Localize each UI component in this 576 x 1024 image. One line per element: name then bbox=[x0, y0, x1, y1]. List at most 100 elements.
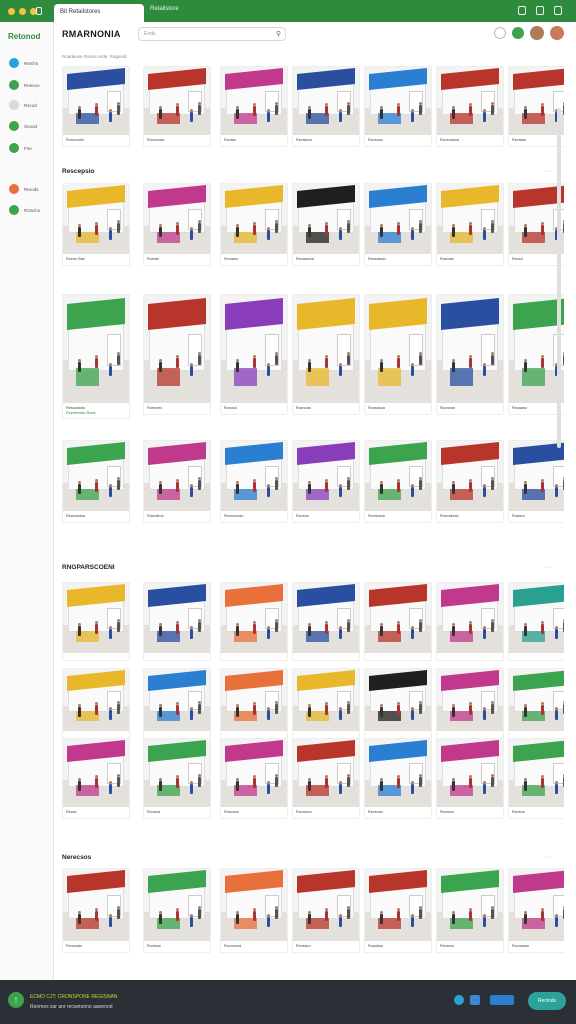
store-card[interactable]: Rocnasbe bbox=[508, 868, 564, 953]
sidebar-item-0[interactable]: Retcho bbox=[9, 58, 38, 68]
store-card[interactable]: Roctan bbox=[220, 66, 288, 147]
search-icon[interactable]: ⚲ bbox=[276, 30, 281, 38]
avatar-secondary[interactable] bbox=[550, 26, 564, 40]
store-card[interactable]: Rcmeosio bbox=[364, 440, 432, 523]
store-card[interactable]: Rcesdasin bbox=[364, 183, 432, 266]
store-card[interactable] bbox=[62, 582, 130, 661]
store-card[interactable]: Roctnse bbox=[143, 868, 211, 953]
store-card[interactable]: Rocnose bbox=[436, 294, 504, 415]
store-card[interactable]: Rocsodone bbox=[436, 66, 504, 147]
sidebar-item-5[interactable]: Rerods bbox=[9, 184, 39, 194]
sidebar-item-3[interactable]: Snood bbox=[9, 121, 37, 131]
more-options-icon[interactable]: ··· bbox=[545, 168, 552, 175]
store-card[interactable]: Rscedodsa bbox=[62, 440, 130, 523]
store-card[interactable] bbox=[143, 582, 211, 661]
store-card[interactable]: Ronscodio bbox=[62, 66, 130, 147]
store-card[interactable]: Rnsceon bbox=[220, 738, 288, 819]
store-card[interactable]: Rescadudo Roedrecsto Rone bbox=[62, 294, 130, 419]
search-input[interactable]: Ends ⚲ bbox=[138, 27, 286, 41]
store-card[interactable]: Rectaas bbox=[508, 66, 564, 147]
store-card[interactable]: Roeon Ban bbox=[62, 183, 130, 266]
store-card[interactable]: Rocsdoca bbox=[364, 294, 432, 415]
sidebar-item-1[interactable]: Reesoo bbox=[9, 80, 40, 90]
store-card[interactable] bbox=[220, 582, 288, 661]
store-card[interactable]: Rorcsio bbox=[220, 294, 288, 415]
store-card[interactable]: Rorectes bbox=[143, 294, 211, 415]
store-card[interactable] bbox=[436, 668, 504, 739]
chat-icon[interactable] bbox=[470, 995, 480, 1005]
store-card[interactable]: Recaaso bbox=[508, 294, 564, 415]
shopper-figure bbox=[190, 629, 194, 640]
store-card[interactable]: Rocuonad bbox=[143, 66, 211, 147]
minimize-window-icon[interactable] bbox=[19, 7, 26, 15]
store-card[interactable]: Rocnseud bbox=[220, 868, 288, 953]
store-card[interactable]: Rcsnoas bbox=[292, 294, 360, 415]
store-card[interactable] bbox=[292, 668, 360, 739]
shopper-figure bbox=[396, 106, 400, 117]
browser-tab-secondary[interactable]: Retailstore bbox=[150, 6, 179, 12]
more-options-icon[interactable]: ··· bbox=[545, 854, 552, 861]
store-card[interactable]: Rocnesrc bbox=[292, 738, 360, 819]
store-card[interactable]: Rocsous bbox=[364, 66, 432, 147]
sidebar-item-6[interactable]: Rctschs bbox=[9, 205, 40, 215]
sidebar-item-2[interactable]: Rscod bbox=[9, 100, 37, 110]
app-badge-icon[interactable] bbox=[490, 995, 514, 1005]
shopper-figure bbox=[468, 778, 472, 789]
store-card[interactable]: Rcnssco bbox=[292, 868, 360, 953]
store-card[interactable]: Reonceudo bbox=[220, 440, 288, 523]
scrollbar[interactable] bbox=[557, 108, 561, 448]
store-card-subcaption bbox=[437, 262, 503, 265]
store-card[interactable]: Rectasno bbox=[292, 66, 360, 147]
tab-secondary-title: Retailstore bbox=[150, 6, 179, 12]
footer-action-button[interactable]: Recinds bbox=[528, 992, 566, 1010]
store-card[interactable]: Rscas bbox=[62, 738, 130, 819]
shopper-figure bbox=[94, 778, 98, 789]
app-logo[interactable]: Retonod bbox=[8, 32, 40, 41]
store-card[interactable]: Rcsaeo bbox=[508, 440, 564, 523]
store-card[interactable]: Recstno bbox=[436, 868, 504, 953]
lock-icon-right[interactable] bbox=[536, 6, 544, 15]
shopper-figure bbox=[307, 361, 311, 372]
close-window-icon[interactable] bbox=[8, 7, 15, 15]
copy-icon[interactable] bbox=[518, 6, 526, 15]
store-card[interactable]: Rcmaeu bbox=[220, 183, 288, 266]
shopper-head bbox=[419, 700, 423, 704]
shopper-head bbox=[94, 354, 98, 358]
square-icon[interactable] bbox=[554, 6, 562, 15]
store-card[interactable]: Rasctlens bbox=[143, 440, 211, 523]
store-card[interactable]: Reorecs bbox=[436, 738, 504, 819]
sidebar-item-4[interactable]: Fne bbox=[9, 143, 32, 153]
share-icon[interactable] bbox=[454, 995, 464, 1005]
store-card[interactable] bbox=[143, 668, 211, 739]
section-title: Rescepsio bbox=[62, 168, 95, 175]
store-card[interactable] bbox=[220, 668, 288, 739]
store-card[interactable]: Rcsabsa bbox=[364, 868, 432, 953]
store-card[interactable]: Rexcd bbox=[508, 183, 564, 266]
store-card[interactable] bbox=[62, 668, 130, 739]
store-card[interactable]: Recasstod bbox=[292, 183, 360, 266]
store-card[interactable]: Rcetde bbox=[143, 183, 211, 266]
store-thumbnail bbox=[221, 583, 287, 653]
shop-icon[interactable] bbox=[512, 27, 524, 39]
history-icon[interactable] bbox=[494, 27, 506, 39]
avatar[interactable] bbox=[530, 26, 544, 40]
store-card[interactable]: Rcoasd bbox=[143, 738, 211, 819]
store-card[interactable] bbox=[508, 668, 564, 739]
store-card[interactable] bbox=[364, 668, 432, 739]
store-card[interactable] bbox=[436, 582, 504, 661]
store-card[interactable] bbox=[364, 582, 432, 661]
store-card[interactable]: Recsodo bbox=[364, 738, 432, 819]
store-thumbnail bbox=[293, 295, 359, 403]
more-options-icon[interactable]: ··· bbox=[545, 564, 552, 571]
store-card[interactable]: Rcesns bbox=[508, 738, 564, 819]
shopper-figure bbox=[483, 916, 487, 927]
store-thumbnail bbox=[437, 669, 503, 731]
store-card[interactable]: Rcsmds bbox=[436, 183, 504, 266]
store-card[interactable]: Rrcssdas bbox=[62, 868, 130, 953]
store-card[interactable]: Rocsca bbox=[292, 440, 360, 523]
browser-tab-active[interactable]: Bit Retailstores bbox=[54, 4, 144, 22]
store-card[interactable]: Rnecrdeas bbox=[436, 440, 504, 523]
store-card[interactable] bbox=[292, 582, 360, 661]
store-card-subcaption bbox=[221, 262, 287, 265]
store-card[interactable] bbox=[508, 582, 564, 661]
